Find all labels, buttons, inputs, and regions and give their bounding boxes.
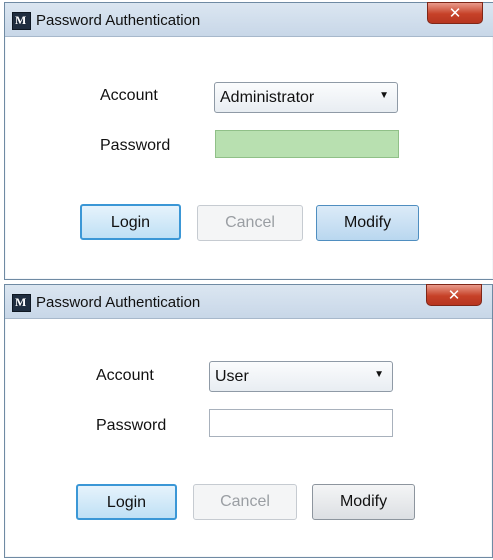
close-button[interactable]: ✕ — [426, 284, 482, 306]
close-icon: ✕ — [447, 286, 461, 304]
password-label: Password — [100, 137, 171, 154]
app-icon — [12, 294, 31, 312]
chevron-down-icon: ▼ — [379, 90, 389, 101]
cancel-button[interactable]: Cancel — [197, 205, 303, 241]
account-dropdown[interactable]: User ▼ — [209, 361, 393, 392]
app-icon — [12, 12, 31, 30]
password-field[interactable] — [215, 130, 399, 158]
dialog-body: Account User ▼ Password Login Cancel Mod… — [6, 319, 491, 556]
title-bar: Password Authentication ✕ — [5, 284, 492, 319]
account-label: Account — [100, 87, 158, 104]
dialog-title: Password Authentication — [36, 294, 201, 311]
account-label: Account — [96, 367, 154, 384]
close-button[interactable]: ✕ — [427, 2, 483, 24]
account-dropdown[interactable]: Administrator ▼ — [214, 82, 398, 113]
password-label: Password — [96, 417, 167, 434]
modify-button[interactable]: Modify — [312, 484, 415, 520]
dialog-body: Account Administrator ▼ Password Login C… — [6, 37, 492, 278]
close-icon: ✕ — [448, 4, 462, 22]
account-selected-value: Administrator — [220, 89, 315, 106]
cancel-button[interactable]: Cancel — [193, 484, 297, 520]
dialog-title: Password Authentication — [36, 12, 201, 29]
chevron-down-icon: ▼ — [374, 369, 384, 380]
account-selected-value: User — [215, 368, 249, 385]
password-dialog-administrator: Password Authentication ✕ Account Admini… — [4, 2, 493, 280]
title-bar: Password Authentication ✕ — [5, 2, 493, 37]
password-field[interactable] — [209, 409, 393, 437]
password-dialog-user: Password Authentication ✕ Account User ▼… — [4, 284, 493, 558]
login-button[interactable]: Login — [80, 204, 181, 240]
login-button[interactable]: Login — [76, 484, 177, 520]
modify-button[interactable]: Modify — [316, 205, 419, 241]
